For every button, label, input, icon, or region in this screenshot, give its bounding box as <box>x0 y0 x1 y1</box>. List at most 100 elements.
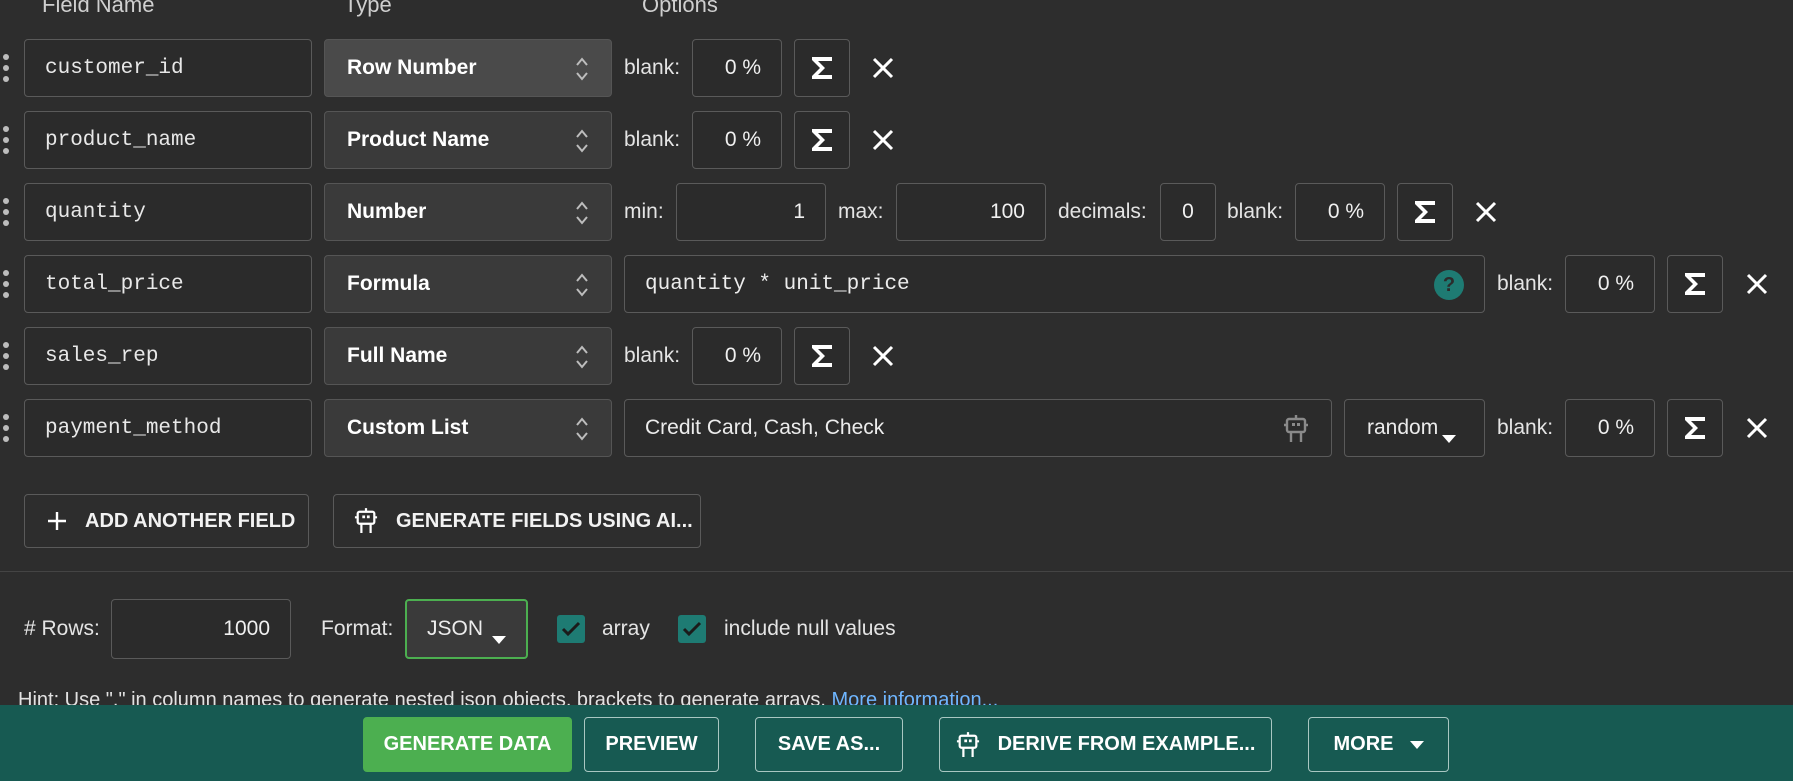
drag-handle-icon[interactable] <box>2 198 10 228</box>
drag-handle-icon[interactable] <box>2 414 10 444</box>
sigma-icon <box>812 57 832 79</box>
sigma-icon <box>1685 417 1705 439</box>
drag-handle-icon[interactable] <box>2 54 10 84</box>
blank-percent-input[interactable]: 0 % <box>692 111 782 169</box>
generate-data-button[interactable]: GENERATE DATA <box>363 717 572 772</box>
format-select-value: JSON <box>427 617 484 640</box>
action-bar: GENERATE DATA PREVIEW SAVE AS... DERIVE … <box>0 705 1793 781</box>
header-options: Options <box>642 0 718 17</box>
derive-from-example-button[interactable]: DERIVE FROM EXAMPLE... <box>939 717 1272 772</box>
array-label: array <box>602 617 650 640</box>
field-type-select[interactable]: Custom List <box>324 399 612 457</box>
field-type-select[interactable]: Full Name <box>324 327 612 385</box>
more-label: MORE <box>1333 733 1394 755</box>
blank-percent-input[interactable]: 0 % <box>1565 399 1655 457</box>
blank-percent-input[interactable]: 0 % <box>692 39 782 97</box>
blank-label: blank: <box>624 128 681 151</box>
robot-icon[interactable] <box>1283 414 1309 450</box>
close-icon <box>1475 201 1497 223</box>
sort-arrows-icon <box>575 55 589 83</box>
blank-label: blank: <box>624 344 681 367</box>
help-icon[interactable]: ? <box>1434 270 1464 300</box>
blank-percent-input[interactable]: 0 % <box>692 327 782 385</box>
delete-field-button[interactable] <box>1740 267 1774 301</box>
field-type-label: Formula <box>347 272 430 295</box>
generate-fields-ai-button[interactable]: GENERATE FIELDS USING AI... <box>333 494 701 548</box>
more-menu-button[interactable]: MORE <box>1308 717 1449 772</box>
max-label: max: <box>838 200 884 223</box>
drag-handle-icon[interactable] <box>2 126 10 156</box>
custom-list-input[interactable]: Credit Card, Cash, Check <box>624 399 1332 457</box>
generate-fields-ai-label: GENERATE FIELDS USING AI... <box>396 509 693 532</box>
field-type-select[interactable]: Number <box>324 183 612 241</box>
delete-field-button[interactable] <box>866 123 900 157</box>
section-divider <box>0 571 1793 572</box>
sort-arrows-icon <box>575 343 589 371</box>
formula-text: quantity * unit_price <box>645 272 910 296</box>
field-type-select[interactable]: Formula <box>324 255 612 313</box>
add-field-label: ADD ANOTHER FIELD <box>85 509 296 532</box>
field-name-input[interactable]: sales_rep <box>24 327 312 385</box>
caret-down-icon <box>1442 425 1456 449</box>
sigma-icon <box>812 129 832 151</box>
field-type-label: Row Number <box>347 56 477 79</box>
field-type-select[interactable]: Product Name <box>324 111 612 169</box>
close-icon <box>1746 417 1768 439</box>
order-select-value: random <box>1367 416 1439 439</box>
sigma-button[interactable] <box>794 111 850 169</box>
delete-field-button[interactable] <box>866 339 900 373</box>
sigma-button[interactable] <box>1667 255 1723 313</box>
sigma-button[interactable] <box>1397 183 1453 241</box>
sigma-icon <box>1685 273 1705 295</box>
caret-down-icon <box>1409 740 1424 749</box>
max-input[interactable]: 100 <box>896 183 1046 241</box>
blank-label: blank: <box>1497 272 1554 295</box>
field-type-label: Custom List <box>347 416 469 439</box>
drag-handle-icon[interactable] <box>2 342 10 372</box>
sigma-button[interactable] <box>794 327 850 385</box>
sigma-button[interactable] <box>1667 399 1723 457</box>
check-icon <box>561 621 581 637</box>
derive-label: DERIVE FROM EXAMPLE... <box>997 733 1256 755</box>
field-name-input[interactable]: customer_id <box>24 39 312 97</box>
check-icon <box>682 621 702 637</box>
field-name-input[interactable]: product_name <box>24 111 312 169</box>
sort-arrows-icon <box>575 415 589 443</box>
close-icon <box>872 345 894 367</box>
sort-arrows-icon <box>575 199 589 227</box>
caret-down-icon <box>492 626 506 650</box>
delete-field-button[interactable] <box>866 51 900 85</box>
format-select[interactable]: JSON <box>405 599 528 659</box>
field-name-input[interactable]: payment_method <box>24 399 312 457</box>
min-label: min: <box>624 200 664 223</box>
delete-field-button[interactable] <box>1469 195 1503 229</box>
add-field-button[interactable]: ADD ANOTHER FIELD <box>24 494 309 548</box>
close-icon <box>1746 273 1768 295</box>
blank-label: blank: <box>624 56 681 79</box>
decimals-input[interactable]: 0 <box>1160 183 1216 241</box>
order-select[interactable]: random <box>1344 399 1485 457</box>
blank-percent-input[interactable]: 0 % <box>1565 255 1655 313</box>
field-name-input[interactable]: quantity <box>24 183 312 241</box>
robot-icon <box>956 731 979 757</box>
close-icon <box>872 129 894 151</box>
array-checkbox[interactable] <box>557 615 585 643</box>
rows-input[interactable]: 1000 <box>111 599 291 659</box>
sigma-icon <box>812 345 832 367</box>
save-as-button[interactable]: SAVE AS... <box>755 717 903 772</box>
drag-handle-icon[interactable] <box>2 270 10 300</box>
min-input[interactable]: 1 <box>676 183 826 241</box>
blank-percent-input[interactable]: 0 % <box>1295 183 1385 241</box>
field-type-select[interactable]: Row Number <box>324 39 612 97</box>
custom-list-values: Credit Card, Cash, Check <box>645 416 885 439</box>
formula-input[interactable]: quantity * unit_price ? <box>624 255 1485 313</box>
include-null-checkbox[interactable] <box>678 615 706 643</box>
plus-icon <box>48 512 66 530</box>
preview-button[interactable]: PREVIEW <box>584 717 719 772</box>
sigma-button[interactable] <box>794 39 850 97</box>
delete-field-button[interactable] <box>1740 411 1774 445</box>
header-type: Type <box>344 0 392 17</box>
robot-icon <box>354 508 378 533</box>
field-name-input[interactable]: total_price <box>24 255 312 313</box>
field-type-label: Full Name <box>347 344 448 367</box>
